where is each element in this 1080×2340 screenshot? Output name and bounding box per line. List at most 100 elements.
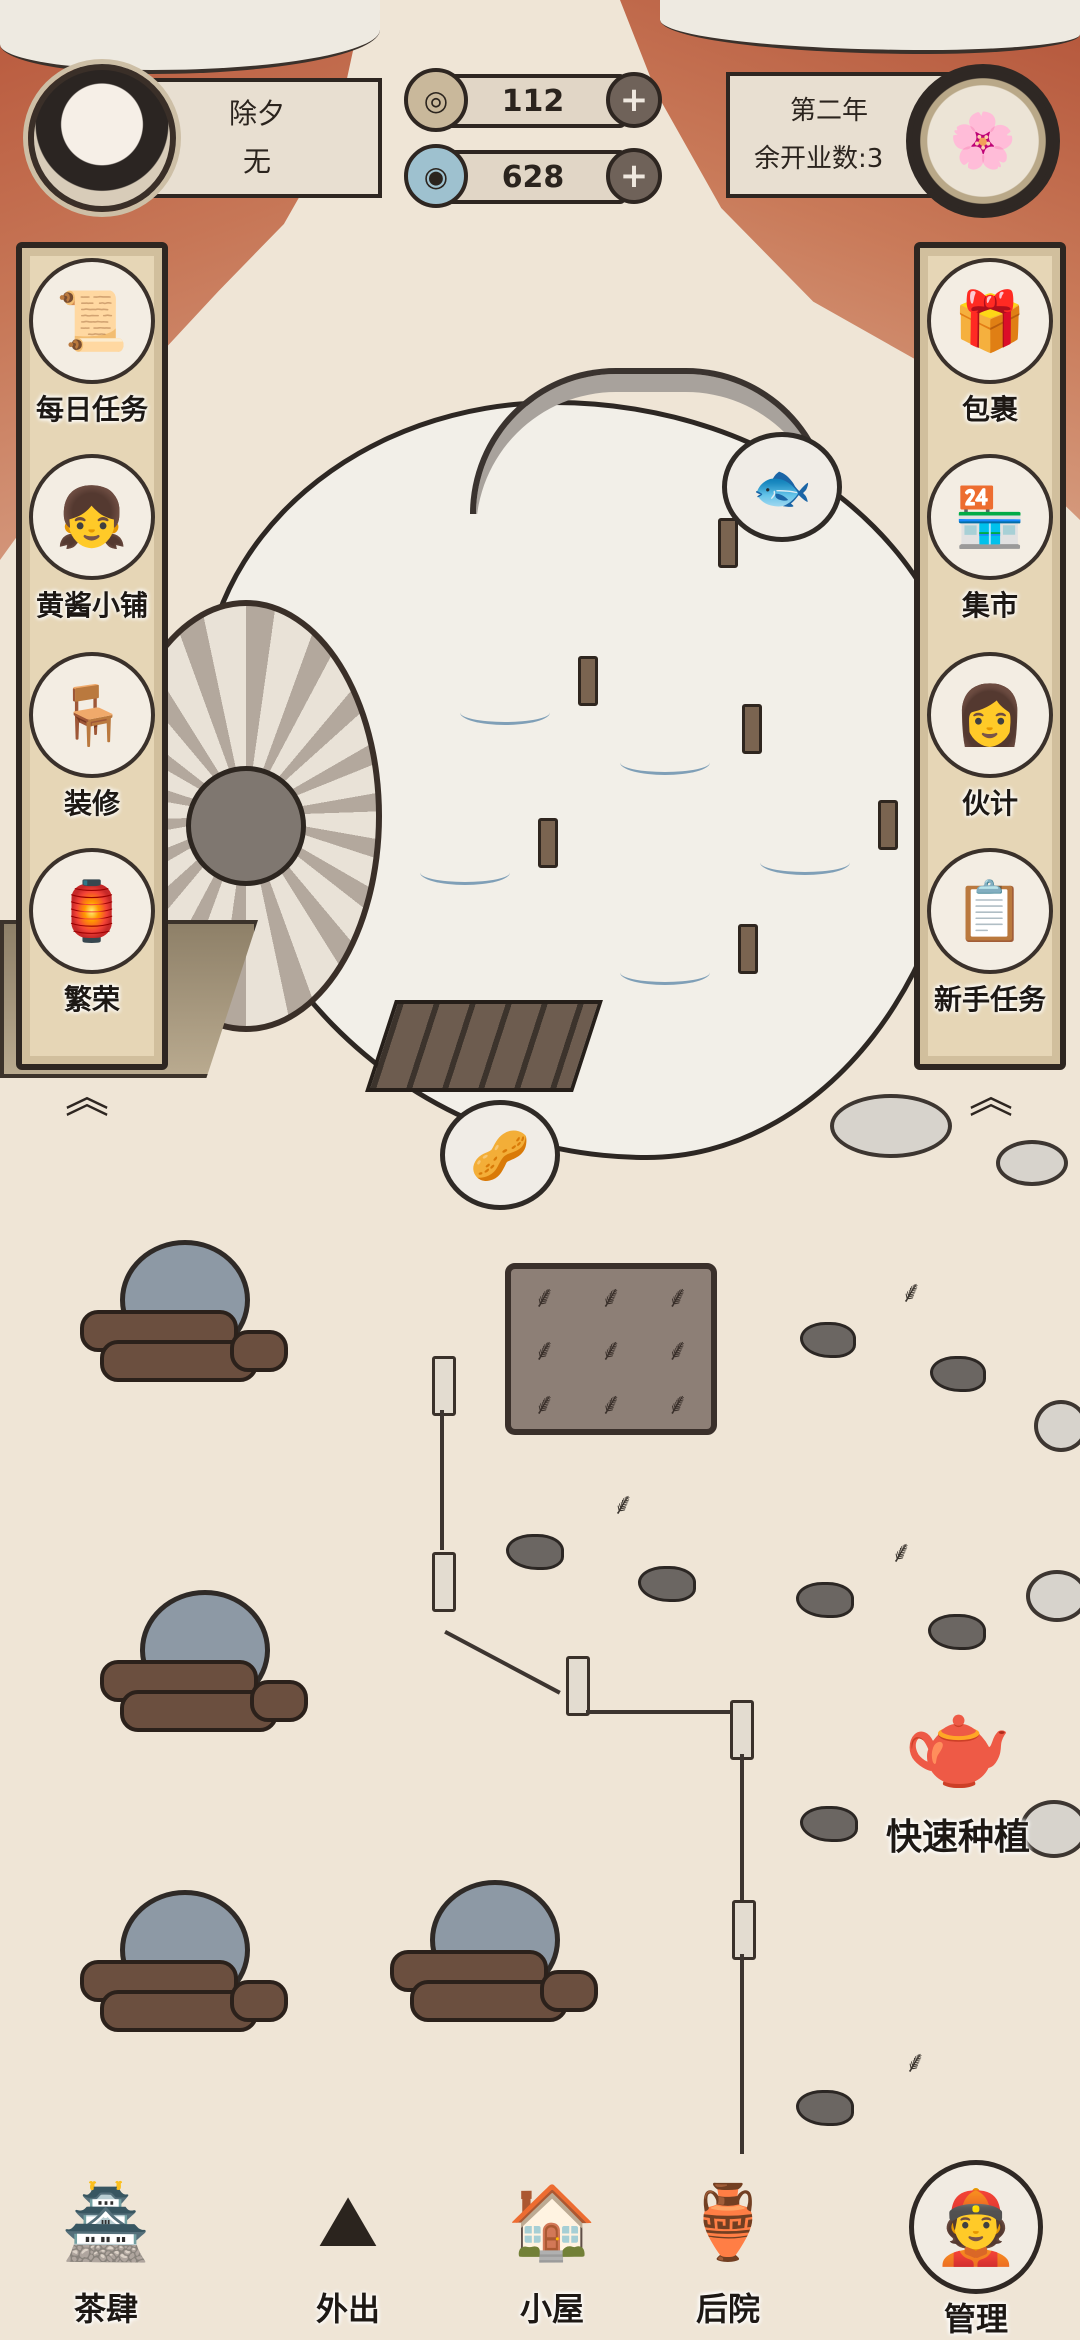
chevron-up-icon: ︽: [969, 1072, 1013, 1123]
prosperity-button[interactable]: 🏮 繁荣: [14, 848, 170, 1028]
fence-lamp: [432, 1552, 456, 1612]
fish-ready-bubble[interactable]: 🐟: [722, 432, 842, 542]
seedling: ⸙: [599, 1386, 623, 1422]
right-menu: 🎁 包裹 🏪 集市 👩 伙计 📋 新手任务: [914, 242, 1066, 1070]
decorate-label: 装修: [63, 787, 120, 820]
gem-counter: ◉ 628 +: [404, 144, 662, 208]
seedling: ⸙: [533, 1333, 556, 1369]
farm-plot[interactable]: ⸙ ⸙ ⸙ ⸙ ⸙ ⸙ ⸙ ⸙ ⸙: [505, 1263, 717, 1435]
stepping-stone: [1026, 1570, 1080, 1622]
fence-rope: [740, 1754, 744, 1904]
seedling: ⸙: [666, 1333, 689, 1369]
watering-kettle-icon: 🫖: [903, 1692, 1013, 1795]
prosperity-label: 繁荣: [63, 983, 120, 1016]
helper-girl-icon: 👩: [927, 652, 1053, 778]
coin-icon: ◎: [404, 68, 468, 132]
newbie-tasks-button[interactable]: 📋 新手任务: [912, 848, 1068, 1028]
chevron-up-icon: ︽: [65, 1072, 109, 1123]
stepping-stone: [830, 1094, 952, 1158]
small-rock: [638, 1566, 696, 1602]
nav-travel-label: 外出: [315, 2290, 380, 2328]
small-rock: [930, 1356, 986, 1392]
newbie-tasks-label: 新手任务: [933, 983, 1046, 1016]
empty-field-mill[interactable]: [80, 1890, 288, 2040]
fence-rope: [440, 1410, 444, 1550]
collapse-right-menu-button[interactable]: ︽: [946, 1068, 1036, 1123]
sprout: ⸙: [904, 2045, 927, 2080]
nav-backyard-label: 后院: [695, 2290, 760, 2328]
left-menu: 📜 每日任务 👧 黄酱小铺 🪑 装修 🏮 繁荣: [16, 242, 168, 1070]
quick-plant-button[interactable]: 🫖 快速种植: [858, 1680, 1058, 1860]
package-label: 包裹: [961, 393, 1018, 426]
small-rock: [800, 1322, 856, 1358]
player-profile[interactable]: 除夕 无: [28, 64, 382, 212]
season-badge[interactable]: 🌸: [906, 64, 1060, 218]
log: [250, 1680, 308, 1722]
add-coins-button[interactable]: +: [606, 72, 662, 128]
empty-field-mill[interactable]: [80, 1240, 288, 1390]
market-label: 集市: [961, 589, 1018, 622]
cottage-icon: 🏠: [507, 2179, 597, 2264]
nav-teahouse[interactable]: 🏯 茶肆: [26, 2160, 186, 2340]
small-rock: [800, 1806, 858, 1842]
nav-cottage[interactable]: 🏠 小屋: [472, 2160, 632, 2340]
market-stall-icon: 🏪: [927, 454, 1053, 580]
fence-lamp: [730, 1700, 754, 1760]
nav-management[interactable]: 👲 管理: [896, 2160, 1056, 2340]
lantern-icon: 🏮: [29, 848, 155, 974]
nav-backyard[interactable]: 🏺 后院: [648, 2160, 808, 2340]
pond-post: [878, 800, 898, 850]
log: [230, 1330, 288, 1372]
remaining-business-days: 余开业数:3: [754, 144, 884, 174]
stepping-stone: [996, 1140, 1068, 1186]
gem-glyph: ◉: [423, 159, 449, 193]
nav-travel[interactable]: ⛰ 外出: [268, 2160, 428, 2340]
sprout: ⸙: [900, 1275, 923, 1310]
fence-lamp: [432, 1356, 456, 1416]
fence-rope: [740, 1954, 744, 2154]
sprout: ⸙: [612, 1487, 635, 1522]
log: [540, 1970, 598, 2012]
nav-cottage-label: 小屋: [519, 2290, 584, 2328]
stepping-stone: [1034, 1400, 1080, 1452]
harvest-ready-bubble[interactable]: 🥜: [440, 1100, 560, 1210]
helpers-button[interactable]: 👩 伙计: [912, 652, 1068, 832]
fence-lamp: [732, 1900, 756, 1960]
empty-field-mill[interactable]: [100, 1590, 308, 1740]
daily-tasks-label: 每日任务: [35, 393, 148, 426]
helpers-label: 伙计: [961, 787, 1018, 820]
small-rock: [796, 2090, 854, 2126]
seedling: ⸙: [599, 1333, 623, 1369]
backyard-icon: 🏺: [683, 2179, 773, 2264]
coin-counter: ◎ 112 +: [404, 68, 662, 132]
daily-tasks-button[interactable]: 📜 每日任务: [14, 258, 170, 438]
decorate-button[interactable]: 🪑 装修: [14, 652, 170, 832]
empty-field-mill[interactable]: [390, 1880, 598, 2030]
food-icon: 🥜: [470, 1127, 530, 1184]
manager-icon: 👲: [909, 2160, 1043, 2294]
sprout: ⸙: [890, 1535, 913, 1570]
water-ripple: [460, 700, 550, 725]
season-flower-icon: 🌸: [949, 109, 1017, 172]
sauce-shop-button[interactable]: 👧 黄酱小铺: [14, 454, 170, 634]
year-label: 第二年: [790, 96, 869, 126]
market-button[interactable]: 🏪 集市: [912, 454, 1068, 634]
package-icon: 🎁: [927, 258, 1053, 384]
package-button[interactable]: 🎁 包裹: [912, 258, 1068, 438]
player-avatar[interactable]: [28, 64, 176, 212]
wooden-dock: [365, 1000, 603, 1092]
small-rock: [928, 1614, 986, 1650]
player-name: 除夕: [228, 97, 285, 130]
water-ripple: [620, 750, 710, 775]
collapse-left-menu-button[interactable]: ︽: [42, 1068, 132, 1123]
quest-scroll-icon: 📋: [927, 848, 1053, 974]
add-gems-button[interactable]: +: [606, 148, 662, 204]
water-ripple: [620, 960, 710, 985]
seedling: ⸙: [666, 1386, 689, 1422]
sauce-shop-label: 黄酱小铺: [35, 589, 148, 622]
scroll-icon: 📜: [29, 258, 155, 384]
furniture-icon: 🪑: [29, 652, 155, 778]
quick-plant-label: 快速种植: [885, 1817, 1030, 1858]
coin-glyph: ◎: [423, 83, 449, 117]
plus-icon: +: [619, 156, 649, 196]
